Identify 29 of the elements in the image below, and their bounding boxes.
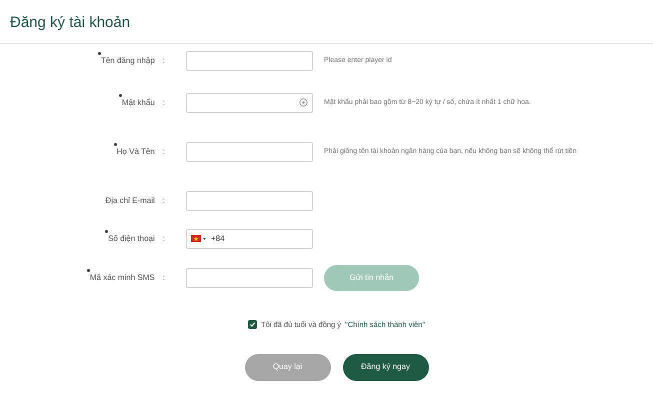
required-mark <box>114 142 117 146</box>
register-button[interactable]: Đăng ký ngay <box>342 354 428 381</box>
field-label: Mật khẩu <box>122 96 155 108</box>
field-label: Số điện thoại <box>108 232 155 244</box>
colon: : <box>162 232 165 244</box>
input-field[interactable] <box>186 268 313 288</box>
required-mark <box>98 52 101 54</box>
phone-prefix: +84 <box>211 232 225 244</box>
colon: : <box>162 54 165 66</box>
field-label: Mã xác minh SMS <box>90 272 155 284</box>
page-title: Đăng ký tài khoản <box>10 13 132 33</box>
field-label: Họ Và Tên <box>116 146 155 158</box>
input-field[interactable] <box>186 50 313 70</box>
field-label: Tên đăng nhập <box>100 54 155 66</box>
field-label: Địa chỉ E-mail <box>105 194 155 206</box>
required-mark <box>105 230 108 232</box>
agree-checkbox[interactable] <box>248 320 257 329</box>
flag-dropdown-icon[interactable] <box>191 234 207 242</box>
input-field[interactable] <box>186 92 313 112</box>
colon: : <box>162 96 165 108</box>
required-mark <box>86 268 90 272</box>
eye-icon[interactable] <box>299 98 308 107</box>
input-field[interactable]: +84 <box>186 228 313 248</box>
colon: : <box>162 272 165 284</box>
colon: : <box>162 194 165 206</box>
required-mark <box>118 94 122 96</box>
input-field[interactable] <box>186 142 313 162</box>
colon: : <box>162 146 165 158</box>
input-field[interactable] <box>186 190 313 210</box>
